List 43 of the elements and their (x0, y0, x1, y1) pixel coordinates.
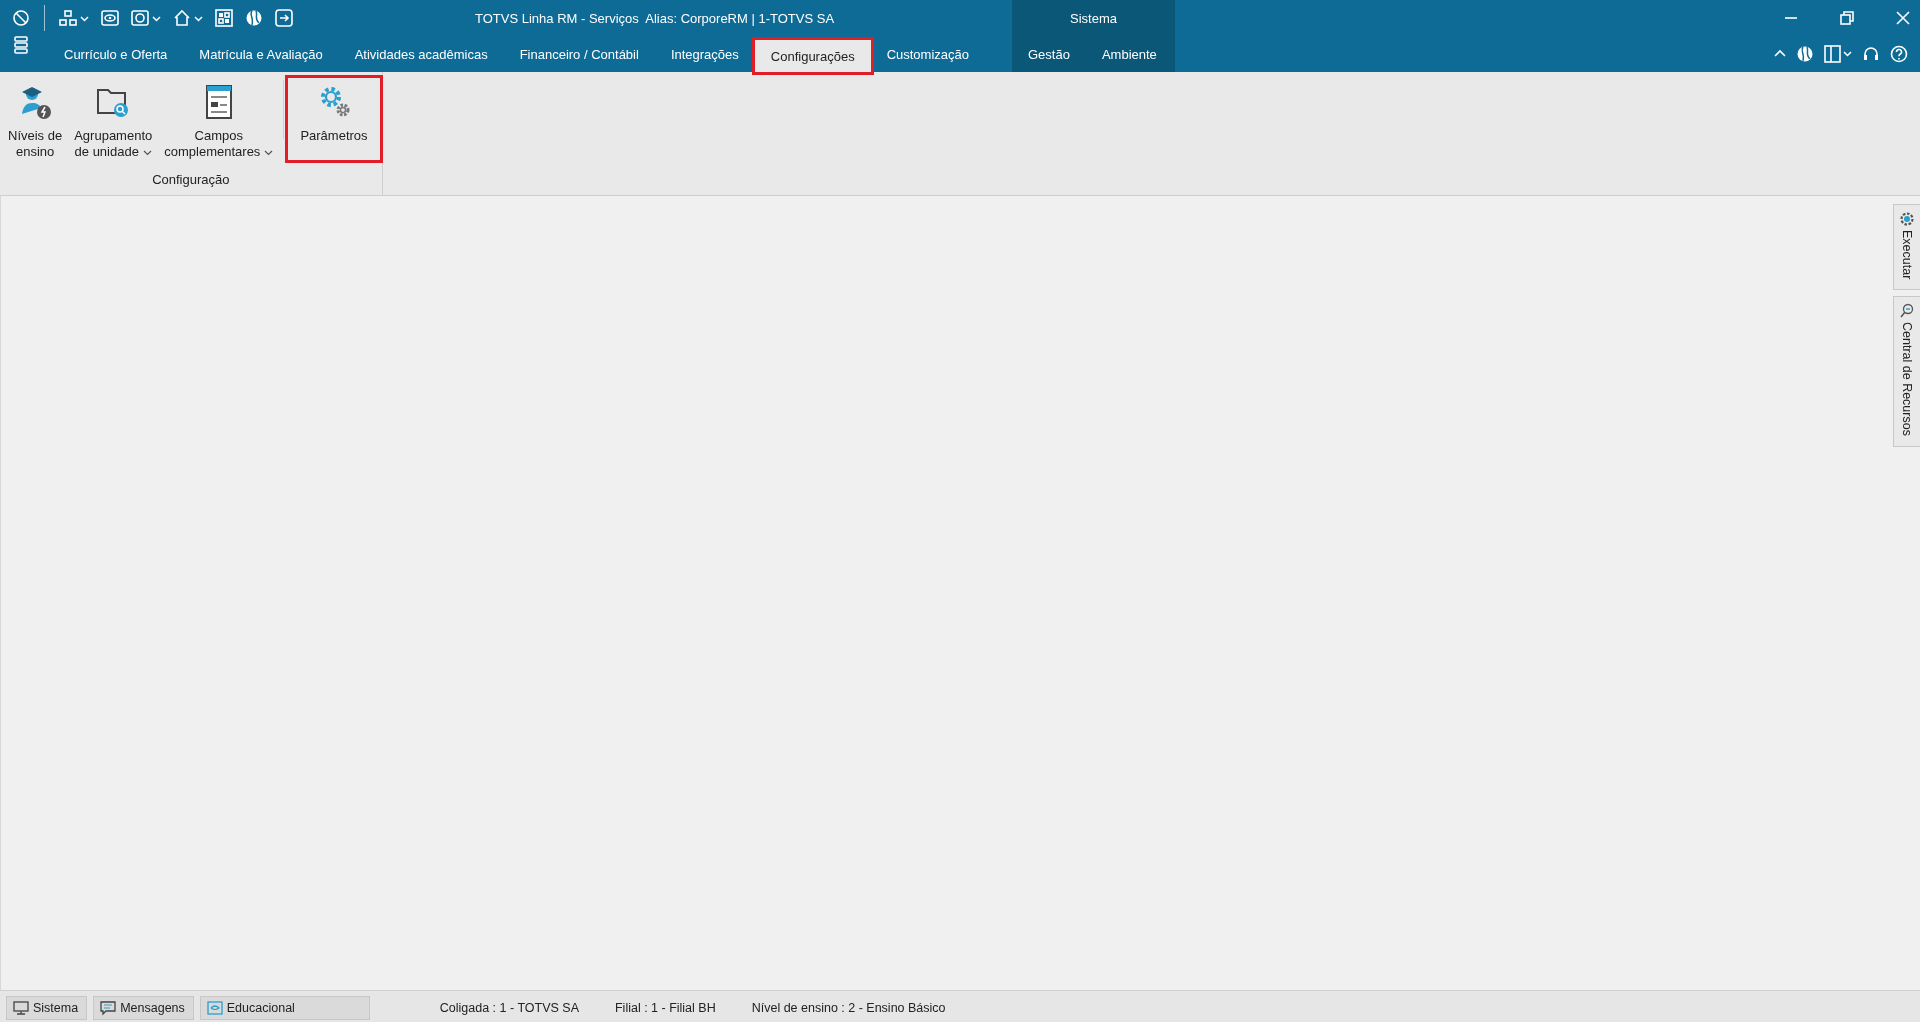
ribbon-tab[interactable]: Currículo e Oferta (48, 36, 184, 72)
message-icon (100, 999, 117, 1016)
dropdown-button[interactable]: Campos complementares (158, 78, 280, 160)
dropdown-button[interactable]: Agrupamento de unidade (68, 78, 159, 160)
block-icon[interactable] (12, 9, 30, 27)
status-info: Nível de ensino : 2 - Ensino Básico (751, 1000, 946, 1015)
gear-icon (1899, 211, 1915, 227)
status-info: Filial : 1 - Filial BH (614, 1000, 716, 1015)
ribbon-button[interactable]: Parâmetros (288, 78, 380, 160)
window-title: TOTVS Linha RM - Serviços Alias: CorporeRM | 1-TOTVS SA (475, 10, 835, 26)
headset-icon[interactable] (1862, 45, 1880, 63)
group-label: Configuração (151, 171, 231, 189)
exit-icon[interactable] (275, 9, 293, 27)
ribbon-tab[interactable]: Integrações (654, 36, 755, 72)
grid-icon[interactable] (215, 9, 233, 27)
ribbon-button[interactable]: Níveis de ensino (2, 78, 69, 160)
restore-icon[interactable] (1840, 11, 1854, 25)
menu-icon[interactable] (14, 36, 28, 54)
status-info: Coligada : 1 - TOTVS SA (439, 1000, 579, 1015)
ribbon-tab[interactable]: Customização (870, 36, 985, 72)
search-icon (1899, 303, 1915, 320)
ribbon-tab[interactable]: Ambiente (1085, 36, 1173, 72)
ribbon-tab[interactable]: Gestão (1012, 36, 1086, 72)
help-icon[interactable] (1890, 45, 1908, 63)
ribbon-tab[interactable]: Financeiro / Contábil (503, 36, 655, 72)
home-icon[interactable] (173, 9, 203, 27)
status-bar-button[interactable]: Sistema (6, 995, 88, 1020)
side-panel-tab[interactable]: Central de Recursos (1893, 296, 1920, 448)
status-bar-button[interactable]: Mensagens (93, 995, 194, 1020)
monitor-icon (13, 999, 29, 1016)
globe-icon[interactable] (1796, 45, 1814, 63)
window-eye-icon (206, 999, 223, 1016)
context-group-label: Sistema (1070, 10, 1117, 26)
side-panel-tab[interactable]: Executar (1893, 204, 1920, 291)
sitemap-icon[interactable] (59, 9, 89, 27)
ribbon-tab[interactable]: Configurações (754, 40, 871, 72)
ribbon-tab[interactable]: Matrícula e Avaliação (183, 36, 339, 72)
globe-icon[interactable] (245, 9, 263, 27)
eye-icon[interactable] (101, 9, 119, 27)
ribbon-tab[interactable]: Atividades acadêmicas (338, 36, 504, 72)
status-bar-button[interactable]: Educacional (199, 995, 370, 1020)
panel-layout-icon[interactable] (1824, 45, 1852, 63)
close-icon[interactable] (1896, 11, 1910, 25)
